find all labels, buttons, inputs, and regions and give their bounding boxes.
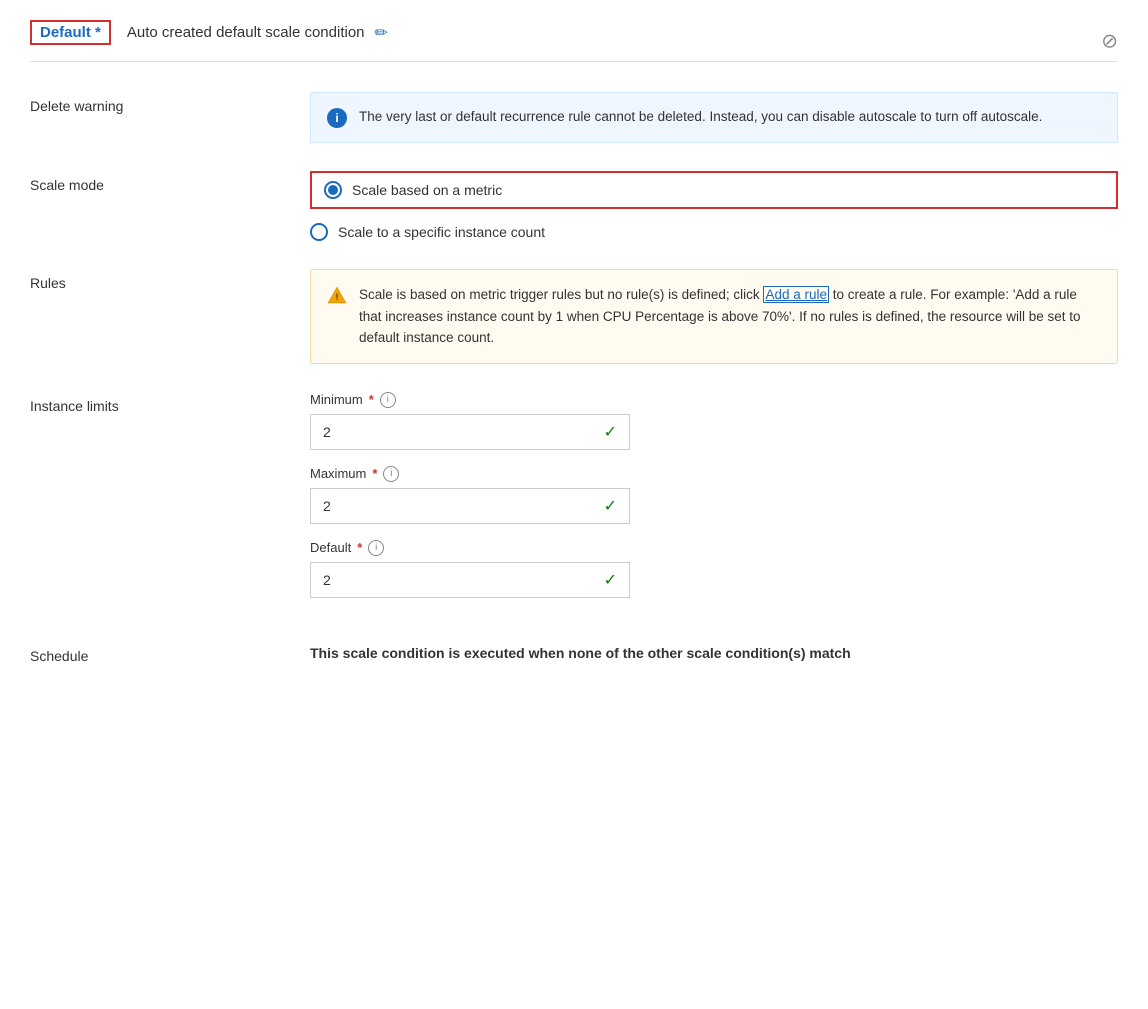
schedule-label: Schedule [30, 642, 310, 664]
scale-mode-label: Scale mode [30, 171, 310, 193]
default-field-label: Default * i [310, 540, 1118, 556]
default-info-icon[interactable]: i [368, 540, 384, 556]
scale-metric-label: Scale based on a metric [352, 182, 502, 198]
instance-limits-row: Instance limits Minimum * i 2 ✓ Maximum … [30, 392, 1118, 614]
scale-metric-option[interactable]: Scale based on a metric [310, 171, 1118, 209]
schedule-content: This scale condition is executed when no… [310, 642, 1118, 664]
scale-mode-row: Scale mode Scale based on a metric Scale… [30, 171, 1118, 241]
minimum-field: Minimum * i 2 ✓ [310, 392, 1118, 450]
warning-triangle-icon: ! [327, 285, 347, 305]
minimum-required-star: * [369, 392, 374, 407]
maximum-value: 2 [323, 498, 331, 514]
rules-warning-box: ! Scale is based on metric trigger rules… [310, 269, 1118, 364]
scale-instance-radio[interactable] [310, 223, 328, 241]
maximum-field: Maximum * i 2 ✓ [310, 466, 1118, 524]
info-icon: i [327, 108, 347, 128]
close-icon[interactable]: ⊘ [1101, 28, 1118, 53]
scale-mode-radio-group: Scale based on a metric Scale to a speci… [310, 171, 1118, 241]
scale-metric-radio[interactable] [324, 181, 342, 199]
delete-warning-box: i The very last or default recurrence ru… [310, 92, 1118, 143]
default-check-icon: ✓ [604, 570, 617, 590]
maximum-required-star: * [372, 466, 377, 481]
edit-icon[interactable]: ✏ [375, 23, 388, 43]
rules-label: Rules [30, 269, 310, 291]
rules-content: ! Scale is based on metric trigger rules… [310, 269, 1118, 364]
rules-warning-text: Scale is based on metric trigger rules b… [359, 284, 1101, 349]
default-label-text: Default [310, 540, 351, 555]
maximum-info-icon[interactable]: i [383, 466, 399, 482]
scale-instance-option[interactable]: Scale to a specific instance count [310, 223, 1118, 241]
add-rule-link[interactable]: Add a rule [763, 286, 829, 303]
maximum-field-label: Maximum * i [310, 466, 1118, 482]
delete-warning-text: The very last or default recurrence rule… [359, 107, 1042, 127]
minimum-value: 2 [323, 424, 331, 440]
header: Default * Auto created default scale con… [30, 20, 1118, 62]
maximum-check-icon: ✓ [604, 496, 617, 516]
maximum-input[interactable]: 2 ✓ [310, 488, 630, 524]
maximum-label-text: Maximum [310, 466, 366, 481]
delete-warning-row: Delete warning i The very last or defaul… [30, 92, 1118, 143]
delete-warning-label: Delete warning [30, 92, 310, 114]
rules-text-part1: Scale is based on metric trigger rules b… [359, 287, 763, 302]
minimum-label-text: Minimum [310, 392, 363, 407]
default-input[interactable]: 2 ✓ [310, 562, 630, 598]
default-value: 2 [323, 572, 331, 588]
minimum-field-label: Minimum * i [310, 392, 1118, 408]
default-field: Default * i 2 ✓ [310, 540, 1118, 598]
rules-row: Rules ! Scale is based on metric trigger… [30, 269, 1118, 364]
header-title: Auto created default scale condition [127, 24, 365, 41]
minimum-input[interactable]: 2 ✓ [310, 414, 630, 450]
default-badge: Default * [30, 20, 111, 45]
instance-limits-label: Instance limits [30, 392, 310, 414]
delete-warning-content: i The very last or default recurrence ru… [310, 92, 1118, 143]
svg-text:!: ! [336, 292, 339, 302]
scale-instance-label: Scale to a specific instance count [338, 224, 545, 240]
schedule-row: Schedule This scale condition is execute… [30, 642, 1118, 664]
minimum-info-icon[interactable]: i [380, 392, 396, 408]
instance-limits-content: Minimum * i 2 ✓ Maximum * i 2 ✓ [310, 392, 1118, 614]
scale-mode-content: Scale based on a metric Scale to a speci… [310, 171, 1118, 241]
minimum-check-icon: ✓ [604, 422, 617, 442]
schedule-text: This scale condition is executed when no… [310, 642, 1118, 664]
default-required-star: * [357, 540, 362, 555]
page-container: Default * Auto created default scale con… [0, 0, 1148, 1009]
